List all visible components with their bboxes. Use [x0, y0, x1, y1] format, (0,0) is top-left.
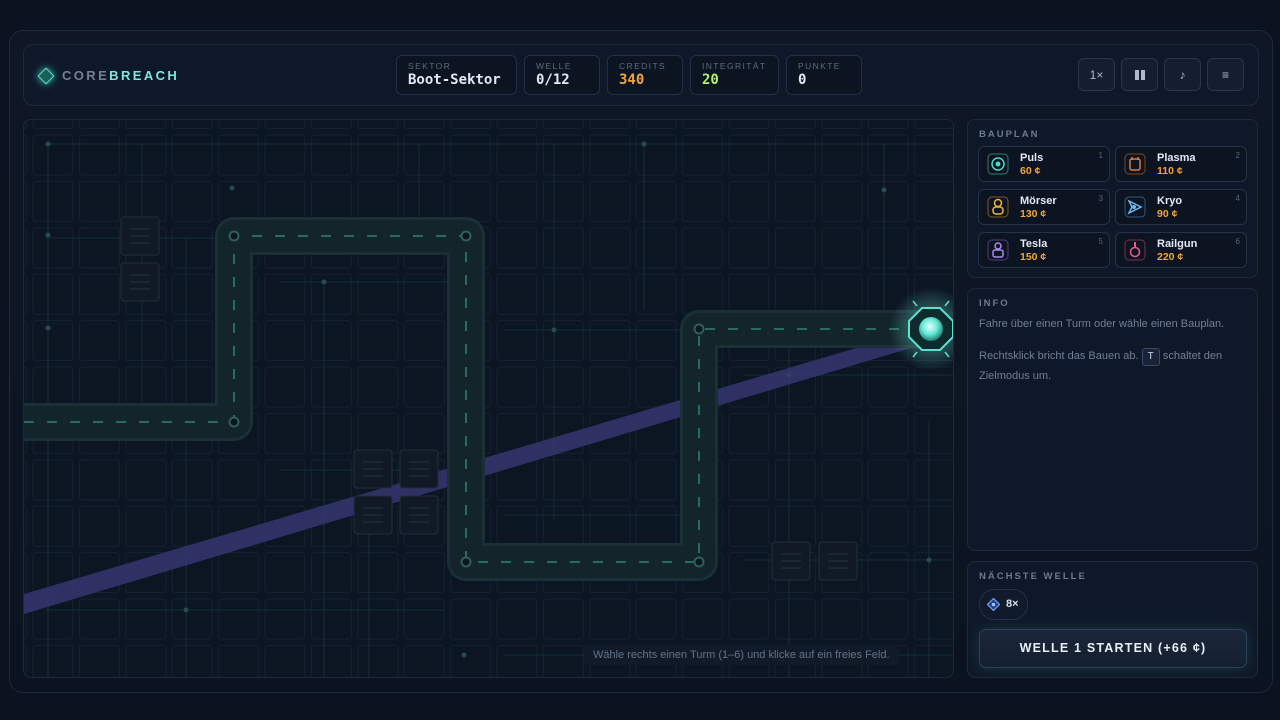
tower-hotkey: 1 — [1098, 151, 1103, 160]
tower-name: Tesla — [1020, 238, 1048, 250]
tower-hotkey: 2 — [1235, 151, 1240, 160]
tower-name: Plasma — [1157, 152, 1196, 164]
tower-card-tesla[interactable]: Tesla 150 ¢ 5 — [978, 232, 1110, 268]
stat-wave: WELLE 0/12 — [524, 55, 600, 95]
tower-hotkey: 5 — [1098, 237, 1103, 246]
logo-text: COREBREACH — [62, 68, 179, 83]
menu-icon: ≡ — [1221, 67, 1229, 82]
wave-enemy-chip: 8× — [979, 589, 1028, 620]
tower-card-moerser[interactable]: Mörser 130 ¢ 3 — [978, 189, 1110, 225]
speed-label: 1× — [1089, 67, 1104, 82]
tower-price: 110 ¢ — [1157, 165, 1183, 177]
logo: COREBREACH — [37, 67, 179, 84]
tower-hotkey: 4 — [1235, 194, 1240, 203]
stat-label: WELLE — [536, 61, 572, 71]
railgun-tower-icon — [1124, 239, 1146, 261]
tower-hotkey: 6 — [1235, 237, 1240, 246]
sound-button[interactable]: ♪ — [1164, 58, 1201, 91]
stat-sector: SEKTOR Boot-Sektor — [396, 55, 517, 95]
plasma-tower-icon — [1124, 153, 1146, 175]
stat-value: 0/12 — [536, 72, 570, 88]
tower-name: Mörser — [1020, 195, 1057, 207]
info-panel: INFO Fahre über einen Turm oder wähle ei… — [967, 288, 1258, 551]
tower-hotkey: 3 — [1098, 194, 1103, 203]
stat-label: SEKTOR — [408, 61, 452, 71]
stat-score: PUNKTE 0 — [786, 55, 862, 95]
stat-label: PUNKTE — [798, 61, 841, 71]
tower-price: 130 ¢ — [1020, 208, 1047, 220]
tower-price: 150 ¢ — [1020, 251, 1047, 263]
tower-card-railgun[interactable]: Railgun 220 ¢ 6 — [1115, 232, 1247, 268]
key-hint-t: T — [1141, 348, 1160, 366]
grid-cells — [24, 120, 953, 677]
stat-value: Boot-Sektor — [408, 72, 501, 88]
wave-enemy-count: 8× — [1006, 598, 1019, 610]
tower-name: Puls — [1020, 152, 1044, 164]
board-hint: Wähle rechts einen Turm (1–6) und klicke… — [584, 645, 899, 665]
logo-text-breach: BREACH — [109, 68, 180, 83]
start-wave-button[interactable]: WELLE 1 STARTEN (+66 ¢) — [979, 629, 1247, 668]
info-panel-title: INFO — [979, 298, 1010, 309]
info-text-hover: Fahre über einen Turm oder wähle einen B… — [979, 318, 1225, 330]
menu-button[interactable]: ≡ — [1207, 58, 1244, 91]
tesla-tower-icon — [987, 239, 1009, 261]
pulse-tower-icon — [987, 153, 1009, 175]
tower-price: 60 ¢ — [1020, 165, 1041, 177]
tower-card-kryo[interactable]: Kryo 90 ¢ 4 — [1115, 189, 1247, 225]
tower-price: 90 ¢ — [1157, 208, 1178, 220]
tower-name: Kryo — [1157, 195, 1183, 207]
info-text-controls: Rechtsklick bricht das Bauen ab. T schal… — [979, 346, 1249, 386]
next-wave-title: NÄCHSTE WELLE — [979, 571, 1087, 582]
stat-value: 0 — [798, 72, 807, 88]
cryo-tower-icon — [1124, 196, 1146, 218]
tower-card-plasma[interactable]: Plasma 110 ¢ 2 — [1115, 146, 1247, 182]
stat-label: CREDITS — [619, 61, 667, 71]
build-panel-title: BAUPLAN — [979, 129, 1040, 140]
stat-credits: CREDITS 340 — [607, 55, 683, 95]
logo-text-core: CORE — [62, 68, 110, 83]
game-board[interactable] — [23, 119, 954, 678]
diamond-enemy-icon — [987, 598, 1000, 611]
tower-card-puls[interactable]: Puls 60 ¢ 1 — [978, 146, 1110, 182]
tower-price: 220 ¢ — [1157, 251, 1184, 263]
tower-name: Railgun — [1157, 238, 1198, 250]
stat-value: 20 — [702, 72, 719, 88]
pause-button[interactable] — [1121, 58, 1158, 91]
pause-icon — [1134, 69, 1145, 80]
speed-button[interactable]: 1× — [1078, 58, 1115, 91]
board-canvas[interactable] — [24, 120, 953, 677]
stat-integrity: INTEGRITÄT 20 — [690, 55, 779, 95]
music-note-icon: ♪ — [1179, 67, 1186, 82]
mortar-tower-icon — [987, 196, 1009, 218]
stat-value: 340 — [619, 72, 645, 88]
logo-diamond-icon — [37, 67, 55, 84]
info-text-cancel: Rechtsklick bricht das Bauen ab. — [979, 350, 1139, 362]
stat-label: INTEGRITÄT — [702, 61, 767, 71]
